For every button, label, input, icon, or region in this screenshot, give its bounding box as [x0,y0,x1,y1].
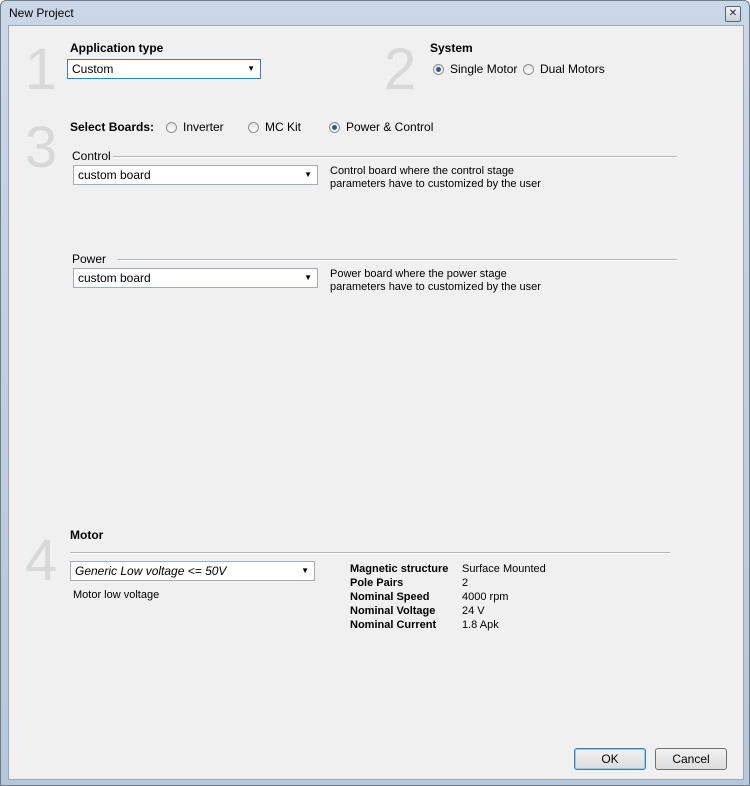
control-board-value: custom board [78,168,151,182]
new-project-dialog: New Project ✕ 1 Application type Custom … [0,0,750,786]
power-divider [117,259,677,261]
property-row: Nominal Voltage 24 V [350,604,546,618]
radio-label: Single Motor [450,62,518,76]
property-row: Nominal Speed 4000 rpm [350,590,546,604]
radio-mc-kit[interactable]: MC Kit [248,120,301,134]
power-description-line: parameters have to customized by the use… [330,281,541,293]
step-number-2: 2 [384,37,417,102]
control-board-select[interactable]: custom board ▼ [73,165,318,185]
chevron-down-icon: ▼ [304,273,312,282]
window-title: New Project [9,6,74,20]
select-boards-label: Select Boards: [70,120,155,134]
property-key: Pole Pairs [350,577,404,589]
motor-select[interactable]: Generic Low voltage <= 50V ▼ [70,561,315,581]
property-key: Magnetic structure [350,563,449,575]
step-number-4: 4 [25,528,58,593]
property-value: 1.8 Apk [462,619,499,631]
control-description-line: Control board where the control stage [330,165,515,177]
cancel-button[interactable]: Cancel [655,748,727,770]
control-description-line: parameters have to customized by the use… [330,178,541,190]
chevron-down-icon: ▼ [304,170,312,179]
system-label: System [430,41,473,55]
property-row: Pole Pairs 2 [350,576,546,590]
ok-button[interactable]: OK [574,748,646,770]
dialog-body: 1 Application type Custom ▼ 2 System Sin… [8,25,744,780]
close-icon[interactable]: ✕ [725,6,741,22]
radio-label: MC Kit [265,120,301,134]
motor-label: Motor [70,528,104,542]
control-group-label: Control [72,149,111,163]
motor-properties-table: Magnetic structure Surface Mounted Pole Pa… [350,562,546,632]
application-type-label: Application type [70,41,164,55]
power-group-label: Power [72,252,107,266]
control-board-description: Control board where the control stage pa… [330,165,541,191]
power-board-description: Power board where the power stage parame… [330,268,541,294]
radio-label: Power & Control [346,120,434,134]
motor-description: Motor low voltage [73,589,160,601]
property-row: Nominal Current 1.8 Apk [350,618,546,632]
motor-value: Generic Low voltage <= 50V [75,564,227,578]
application-type-value: Custom [72,62,114,76]
radio-indicator [166,121,177,133]
motor-divider [70,552,670,554]
application-type-select[interactable]: Custom ▼ [67,59,261,79]
property-value: 2 [462,577,469,589]
property-key: Nominal Speed [350,591,430,603]
chevron-down-icon: ▼ [301,566,309,575]
step-number-3: 3 [25,115,58,180]
property-value: 24 V [462,605,485,617]
radio-label: Dual Motors [540,62,605,76]
property-row: Magnetic structure Surface Mounted [350,562,546,576]
radio-label: Inverter [183,120,224,134]
property-value: Surface Mounted [462,563,546,575]
power-board-select[interactable]: custom board ▼ [73,268,318,288]
radio-inverter[interactable]: Inverter [166,120,224,134]
radio-indicator [329,121,340,133]
radio-dual-motors[interactable]: Dual Motors [523,62,605,76]
property-key: Nominal Voltage [350,605,436,617]
step-number-1: 1 [25,37,58,102]
title-bar[interactable]: New Project ✕ [1,1,749,25]
radio-indicator [523,63,534,75]
control-divider [113,156,677,158]
power-board-value: custom board [78,271,151,285]
radio-power-control[interactable]: Power & Control [329,120,433,134]
radio-indicator [433,63,444,75]
property-key: Nominal Current [350,619,437,631]
property-value: 4000 rpm [462,591,509,603]
radio-indicator [248,121,259,133]
power-description-line: Power board where the power stage [330,268,507,280]
chevron-down-icon: ▼ [247,64,255,73]
radio-single-motor[interactable]: Single Motor [433,62,517,76]
